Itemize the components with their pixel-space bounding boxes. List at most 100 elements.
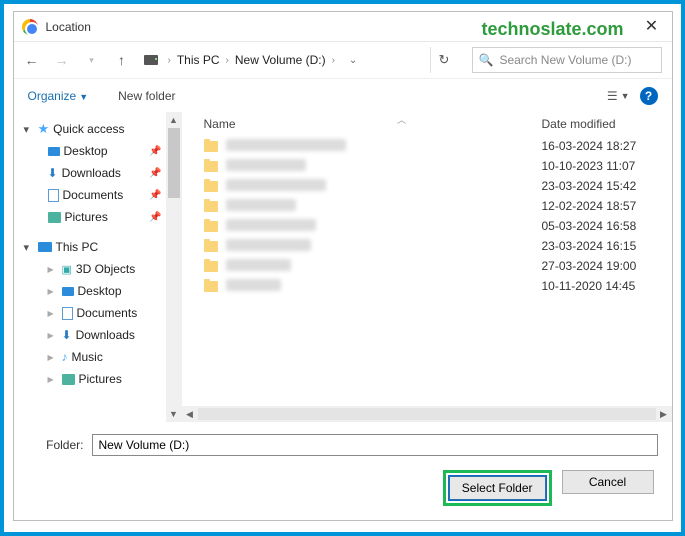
- list-view-icon: ☰: [607, 89, 618, 103]
- watermark: technoslate.com: [481, 19, 623, 40]
- file-row[interactable]: 27-03-2024 19:00: [182, 256, 672, 276]
- file-row[interactable]: 10-11-2020 14:45: [182, 276, 672, 296]
- document-icon: [48, 189, 59, 202]
- sidebar-item-documents-pc[interactable]: Documents: [20, 302, 182, 324]
- sidebar-item-pictures-pc[interactable]: Pictures: [20, 368, 182, 390]
- titlebar: Location technoslate.com ✕: [14, 12, 672, 42]
- file-date: 10-11-2020 14:45: [542, 279, 672, 293]
- search-input[interactable]: 🔍 Search New Volume (D:): [472, 47, 662, 73]
- sidebar-item-downloads-pc[interactable]: ⬇ Downloads: [20, 324, 182, 346]
- folder-icon: [204, 281, 218, 292]
- file-date: 23-03-2024 16:15: [542, 239, 672, 253]
- file-row[interactable]: 23-03-2024 16:15: [182, 236, 672, 256]
- chevron-right-icon[interactable]: [48, 330, 58, 340]
- column-headers: ︿ Name Date modified: [182, 112, 672, 136]
- breadcrumb-pc[interactable]: This PC: [177, 53, 220, 67]
- music-icon: ♪: [62, 350, 68, 364]
- recent-dropdown[interactable]: ▾: [80, 48, 104, 72]
- sidebar-scrollbar[interactable]: ▲ ▼: [166, 112, 182, 422]
- sidebar-item-desktop[interactable]: Desktop 📌: [20, 140, 182, 162]
- scroll-right-icon[interactable]: ▶: [656, 409, 672, 420]
- sidebar-item-this-pc[interactable]: This PC: [20, 236, 182, 258]
- file-row[interactable]: 16-03-2024 18:27: [182, 136, 672, 156]
- chevron-right-icon[interactable]: [48, 374, 58, 384]
- up-button[interactable]: ↑: [110, 48, 134, 72]
- file-name-redacted: [226, 199, 542, 214]
- sidebar-item-desktop-pc[interactable]: Desktop: [20, 280, 182, 302]
- chevron-right-icon[interactable]: [48, 286, 58, 296]
- sidebar-item-pictures[interactable]: Pictures 📌: [20, 206, 182, 228]
- folder-icon: [204, 181, 218, 192]
- file-name-redacted: [226, 179, 542, 194]
- breadcrumb-drive[interactable]: New Volume (D:): [235, 53, 326, 67]
- file-row[interactable]: 12-02-2024 18:57: [182, 196, 672, 216]
- desktop-icon: [48, 147, 60, 156]
- search-icon: 🔍: [479, 53, 494, 67]
- chevron-down-icon[interactable]: [24, 241, 34, 254]
- chevron-right-icon: ›: [222, 55, 233, 66]
- star-icon: ★: [38, 121, 50, 137]
- highlight-annotation: Select Folder: [443, 470, 552, 506]
- scroll-up-icon[interactable]: ▲: [166, 112, 182, 128]
- cancel-button[interactable]: Cancel: [562, 470, 654, 494]
- file-row[interactable]: 23-03-2024 15:42: [182, 176, 672, 196]
- chevron-down-icon[interactable]: [24, 123, 34, 136]
- pin-icon: 📌: [149, 146, 161, 157]
- pin-icon: 📌: [149, 168, 161, 179]
- file-date: 10-10-2023 11:07: [542, 159, 672, 173]
- new-folder-button[interactable]: New folder: [118, 89, 175, 103]
- document-icon: [62, 307, 73, 320]
- column-name[interactable]: Name: [204, 117, 542, 131]
- folder-icon: [204, 141, 218, 152]
- close-button[interactable]: ✕: [638, 16, 666, 36]
- breadcrumb-dropdown[interactable]: ⌄: [349, 55, 357, 66]
- horizontal-scrollbar[interactable]: ◀ ▶: [182, 406, 672, 422]
- toolbar: Organize▼ New folder ☰▼ ?: [14, 78, 672, 112]
- chevron-right-icon[interactable]: [48, 352, 58, 362]
- file-row[interactable]: 05-03-2024 16:58: [182, 216, 672, 236]
- sidebar-item-downloads[interactable]: ⬇ Downloads 📌: [20, 162, 182, 184]
- sidebar-item-music[interactable]: ♪ Music: [20, 346, 182, 368]
- download-icon: ⬇: [48, 166, 58, 180]
- scroll-track[interactable]: [198, 408, 656, 420]
- sidebar-item-3d-objects[interactable]: ▣ 3D Objects: [20, 258, 182, 280]
- file-date: 27-03-2024 19:00: [542, 259, 672, 273]
- sort-ascending-icon: ︿: [397, 113, 406, 126]
- file-name-redacted: [226, 259, 542, 274]
- file-date: 12-02-2024 18:57: [542, 199, 672, 213]
- scroll-left-icon[interactable]: ◀: [182, 409, 198, 420]
- sidebar-item-quick-access[interactable]: ★ Quick access: [20, 118, 182, 140]
- scroll-down-icon[interactable]: ▼: [166, 406, 182, 422]
- organize-button[interactable]: Organize▼: [28, 89, 89, 103]
- chevron-right-icon: ›: [164, 55, 175, 66]
- pc-icon: [38, 242, 52, 252]
- back-button[interactable]: ←: [20, 48, 44, 72]
- chevron-right-icon: ›: [328, 55, 339, 66]
- pin-icon: 📌: [149, 190, 161, 201]
- folder-icon: [204, 221, 218, 232]
- file-row[interactable]: 10-10-2023 11:07: [182, 156, 672, 176]
- pictures-icon: [62, 374, 75, 385]
- scroll-thumb[interactable]: [168, 128, 180, 198]
- folder-icon: [204, 161, 218, 172]
- breadcrumb[interactable]: › This PC › New Volume (D:) › ⌄: [140, 47, 424, 73]
- chrome-icon: [22, 19, 38, 35]
- forward-button[interactable]: →: [50, 48, 74, 72]
- view-options-button[interactable]: ☰▼: [607, 89, 630, 103]
- file-name-redacted: [226, 139, 542, 154]
- folder-field-label: Folder:: [28, 438, 84, 452]
- chevron-right-icon[interactable]: [48, 264, 58, 274]
- folder-icon: [204, 261, 218, 272]
- chevron-right-icon[interactable]: [48, 308, 58, 318]
- folder-picker-dialog: Location technoslate.com ✕ ← → ▾ ↑ › Thi…: [13, 11, 673, 521]
- pin-icon: 📌: [149, 212, 161, 223]
- download-icon: ⬇: [62, 328, 72, 342]
- select-folder-button[interactable]: Select Folder: [449, 476, 546, 500]
- column-date[interactable]: Date modified: [542, 117, 672, 131]
- sidebar-item-documents[interactable]: Documents 📌: [20, 184, 182, 206]
- refresh-button[interactable]: ↻: [430, 47, 458, 73]
- folder-input[interactable]: [92, 434, 658, 456]
- file-name-redacted: [226, 279, 542, 294]
- dialog-title: Location: [46, 20, 91, 34]
- help-button[interactable]: ?: [640, 87, 658, 105]
